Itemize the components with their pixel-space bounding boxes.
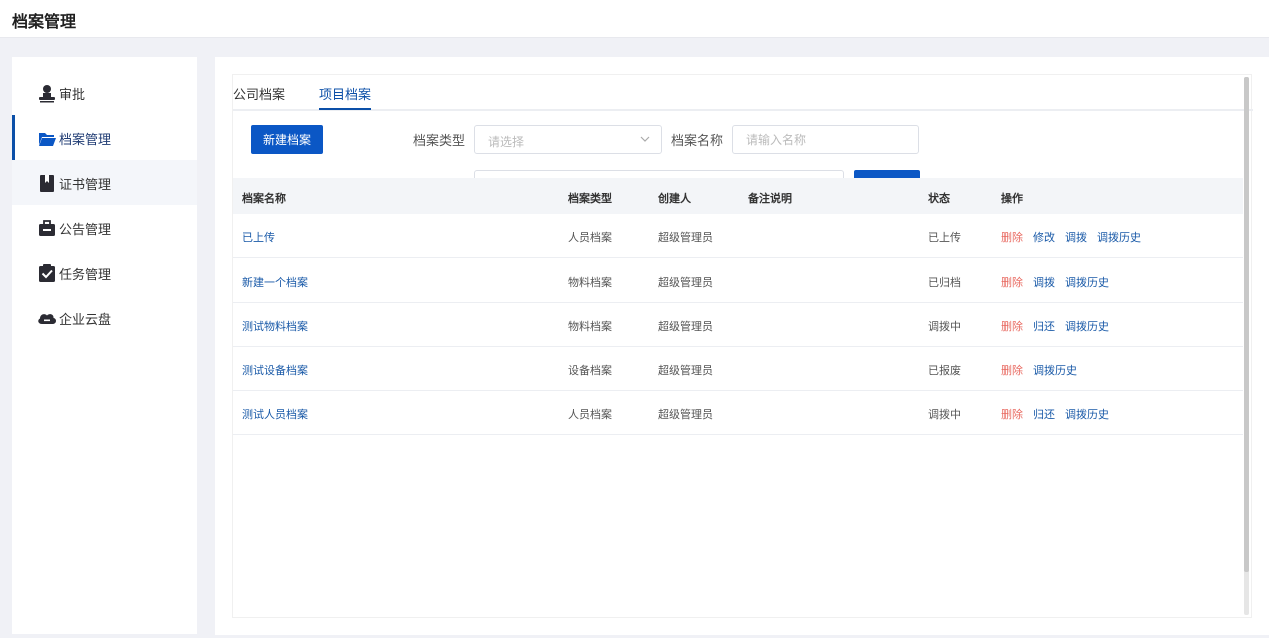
creator-cell: 超级管理员 <box>658 409 713 421</box>
transfer-button[interactable]: 调拨 <box>1033 274 1055 290</box>
archive-name-label: 档案名称 <box>671 133 724 148</box>
row-actions: 删除 修改 调拨 调拨历史 <box>1001 229 1151 245</box>
archive-panel: 公司档案 项目档案 新建档案 档案类型 请选择 档案名称 档案名称 档案类型 创… <box>232 74 1253 618</box>
archive-name-link[interactable]: 已上传 <box>242 229 275 245</box>
archive-name-link[interactable]: 测试设备档案 <box>242 362 308 378</box>
new-archive-button[interactable]: 新建档案 <box>251 125 323 154</box>
transfer-history-button[interactable]: 调拨历史 <box>1065 406 1109 422</box>
clipboard-check-icon <box>39 264 55 282</box>
folder-open-icon <box>39 133 56 146</box>
archive-type-select[interactable]: 请选择 <box>474 125 662 154</box>
vertical-scrollbar[interactable] <box>1244 77 1249 615</box>
delete-button[interactable]: 删除 <box>1001 362 1023 378</box>
archive-name-input[interactable] <box>732 125 919 154</box>
sidebar-item-label: 证书管理 <box>59 177 112 192</box>
column-header-type: 档案类型 <box>568 193 612 205</box>
sidebar-item-label: 企业云盘 <box>59 312 112 327</box>
creator-cell: 超级管理员 <box>658 321 713 333</box>
column-header-name: 档案名称 <box>242 193 286 205</box>
top-header: 档案管理 <box>0 0 1269 38</box>
transfer-history-button[interactable]: 调拨历史 <box>1065 318 1109 334</box>
archive-type-cell: 物料档案 <box>568 321 612 333</box>
return-button[interactable]: 归还 <box>1033 406 1055 422</box>
chevron-down-icon <box>640 136 650 142</box>
delete-button[interactable]: 删除 <box>1001 406 1023 422</box>
sidebar-item-announcements[interactable]: 公告管理 <box>12 205 197 250</box>
sidebar-item-label: 任务管理 <box>59 267 112 282</box>
transfer-button[interactable]: 调拨 <box>1065 229 1087 245</box>
delete-button[interactable]: 删除 <box>1001 274 1023 290</box>
archive-type-cell: 人员档案 <box>568 232 612 244</box>
tab-bar: 公司档案 项目档案 <box>233 75 1253 111</box>
cloud-icon <box>38 314 57 324</box>
edit-button[interactable]: 修改 <box>1033 229 1055 245</box>
status-cell: 已报废 <box>928 365 961 377</box>
archive-type-cell: 物料档案 <box>568 277 612 289</box>
main-content: 公司档案 项目档案 新建档案 档案类型 请选择 档案名称 档案名称 档案类型 创… <box>215 57 1269 635</box>
table-row: 测试物料档案 物料档案 超级管理员 调拨中 删除 归还 调拨历史 <box>233 303 1243 347</box>
sidebar-item-label: 公告管理 <box>59 222 112 237</box>
tab-project-archives[interactable]: 项目档案 <box>319 84 371 103</box>
status-cell: 调拨中 <box>928 321 961 333</box>
sidebar-item-label: 审批 <box>59 87 86 102</box>
creator-cell: 超级管理员 <box>658 277 713 289</box>
table-row: 测试人员档案 人员档案 超级管理员 调拨中 删除 归还 调拨历史 <box>233 391 1243 435</box>
row-actions: 删除 归还 调拨历史 <box>1001 318 1119 334</box>
archive-type-label: 档案类型 <box>413 133 466 148</box>
creator-cell: 超级管理员 <box>658 232 713 244</box>
status-cell: 调拨中 <box>928 409 961 421</box>
sidebar-item-archives[interactable]: 档案管理 <box>12 115 197 160</box>
active-tab-indicator <box>319 108 371 110</box>
sidebar-item-certificates[interactable]: 证书管理 <box>12 160 197 205</box>
sidebar-item-label: 档案管理 <box>59 132 112 147</box>
briefcase-icon <box>39 220 55 236</box>
status-cell: 已归档 <box>928 277 961 289</box>
archive-type-cell: 人员档案 <box>568 409 612 421</box>
column-header-actions: 操作 <box>1001 193 1023 205</box>
archive-type-placeholder: 请选择 <box>488 135 525 149</box>
transfer-history-button[interactable]: 调拨历史 <box>1097 229 1141 245</box>
row-actions: 删除 调拨历史 <box>1001 362 1087 378</box>
row-actions: 删除 调拨 调拨历史 <box>1001 274 1119 290</box>
tab-company-archives[interactable]: 公司档案 <box>233 84 285 103</box>
sidebar-item-approval[interactable]: 审批 <box>12 70 197 115</box>
transfer-history-button[interactable]: 调拨历史 <box>1065 274 1109 290</box>
archive-name-link[interactable]: 测试物料档案 <box>242 318 308 334</box>
table-header: 档案名称 档案类型 创建人 备注说明 状态 操作 <box>233 178 1243 214</box>
archive-type-cell: 设备档案 <box>568 365 612 377</box>
transfer-history-button[interactable]: 调拨历史 <box>1033 362 1077 378</box>
table-row: 测试设备档案 设备档案 超级管理员 已报废 删除 调拨历史 <box>233 347 1243 391</box>
return-button[interactable]: 归还 <box>1033 318 1055 334</box>
sidebar-item-tasks[interactable]: 任务管理 <box>12 250 197 295</box>
archive-name-link[interactable]: 新建一个档案 <box>242 274 308 290</box>
table-row: 已上传 人员档案 超级管理员 已上传 删除 修改 调拨 调拨历史 <box>233 214 1243 258</box>
row-actions: 删除 归还 调拨历史 <box>1001 406 1119 422</box>
bookmark-icon <box>40 175 54 192</box>
user-stamp-icon <box>39 85 55 103</box>
column-header-remark: 备注说明 <box>748 193 792 205</box>
sidebar: 审批 档案管理 证书管理 公告管理 任务管理 企业云盘 <box>12 57 197 634</box>
status-cell: 已上传 <box>928 232 961 244</box>
creator-cell: 超级管理员 <box>658 365 713 377</box>
column-header-creator: 创建人 <box>658 193 691 205</box>
column-header-status: 状态 <box>928 193 950 205</box>
archive-name-link[interactable]: 测试人员档案 <box>242 406 308 422</box>
page-title: 档案管理 <box>12 14 77 31</box>
delete-button[interactable]: 删除 <box>1001 318 1023 334</box>
delete-button[interactable]: 删除 <box>1001 229 1023 245</box>
sidebar-item-cloud-drive[interactable]: 企业云盘 <box>12 295 197 340</box>
scrollbar-thumb[interactable] <box>1244 77 1249 572</box>
table-row: 新建一个档案 物料档案 超级管理员 已归档 删除 调拨 调拨历史 <box>233 259 1243 303</box>
